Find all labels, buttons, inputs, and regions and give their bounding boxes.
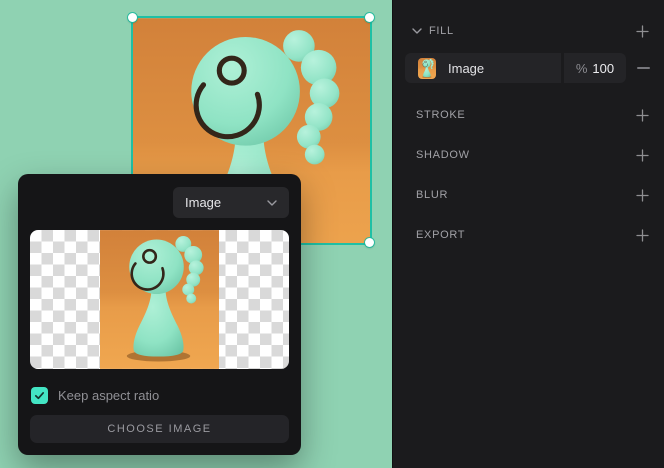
plus-icon	[636, 229, 649, 242]
add-blur-button[interactable]	[634, 187, 650, 203]
add-export-button[interactable]	[634, 227, 650, 243]
fill-section-label: FILL	[429, 25, 454, 37]
remove-fill-button[interactable]	[634, 59, 652, 77]
fill-opacity-field[interactable]: % 100	[564, 53, 626, 83]
export-section-label: EXPORT	[416, 229, 465, 241]
fill-type-value: Image	[185, 195, 221, 210]
fill-item-row: Image % 100	[405, 53, 652, 83]
check-icon	[33, 389, 46, 402]
choose-image-button[interactable]: CHOOSE IMAGE	[30, 415, 289, 443]
fill-opacity-value: 100	[592, 61, 614, 76]
add-fill-button[interactable]	[634, 23, 650, 39]
image-preview[interactable]	[30, 230, 289, 369]
minus-icon	[637, 67, 650, 69]
plus-icon	[636, 189, 649, 202]
stroke-section-header[interactable]: STROKE	[393, 106, 664, 124]
stroke-section-label: STROKE	[416, 109, 465, 121]
blur-section-label: BLUR	[416, 189, 448, 201]
resize-handle-bottom-right[interactable]	[365, 238, 374, 247]
add-shadow-button[interactable]	[634, 147, 650, 163]
fill-item-source[interactable]: Image	[405, 53, 561, 83]
plus-icon	[636, 109, 649, 122]
add-stroke-button[interactable]	[634, 107, 650, 123]
fill-item-name: Image	[448, 61, 484, 76]
shadow-section-header[interactable]: SHADOW	[393, 146, 664, 164]
figure-photo-thumb	[418, 58, 436, 79]
fill-section-header[interactable]: FILL	[393, 22, 664, 40]
chevron-down-icon[interactable]	[412, 28, 422, 34]
resize-handle-top-right[interactable]	[365, 13, 374, 22]
figure-photo-preview	[100, 230, 219, 369]
resize-handle-top-left[interactable]	[128, 13, 137, 22]
keep-aspect-ratio-label: Keep aspect ratio	[58, 388, 159, 403]
blur-section-header[interactable]: BLUR	[393, 186, 664, 204]
export-section-header[interactable]: EXPORT	[393, 226, 664, 244]
plus-icon	[636, 149, 649, 162]
fill-type-dropdown[interactable]: Image	[173, 187, 289, 218]
keep-aspect-ratio-checkbox[interactable]	[31, 387, 48, 404]
fill-thumbnail	[418, 58, 436, 79]
inspector-panel: FILL Image % 100 STROKE SHA	[392, 0, 664, 468]
keep-aspect-ratio-row: Keep aspect ratio	[31, 386, 159, 404]
shadow-section-label: SHADOW	[416, 149, 470, 161]
plus-icon	[636, 25, 649, 38]
percent-symbol: %	[576, 61, 588, 76]
chevron-down-icon	[267, 200, 277, 206]
fill-editor-popup: Image Keep aspect ratio CHOOSE IMAGE	[18, 174, 301, 455]
